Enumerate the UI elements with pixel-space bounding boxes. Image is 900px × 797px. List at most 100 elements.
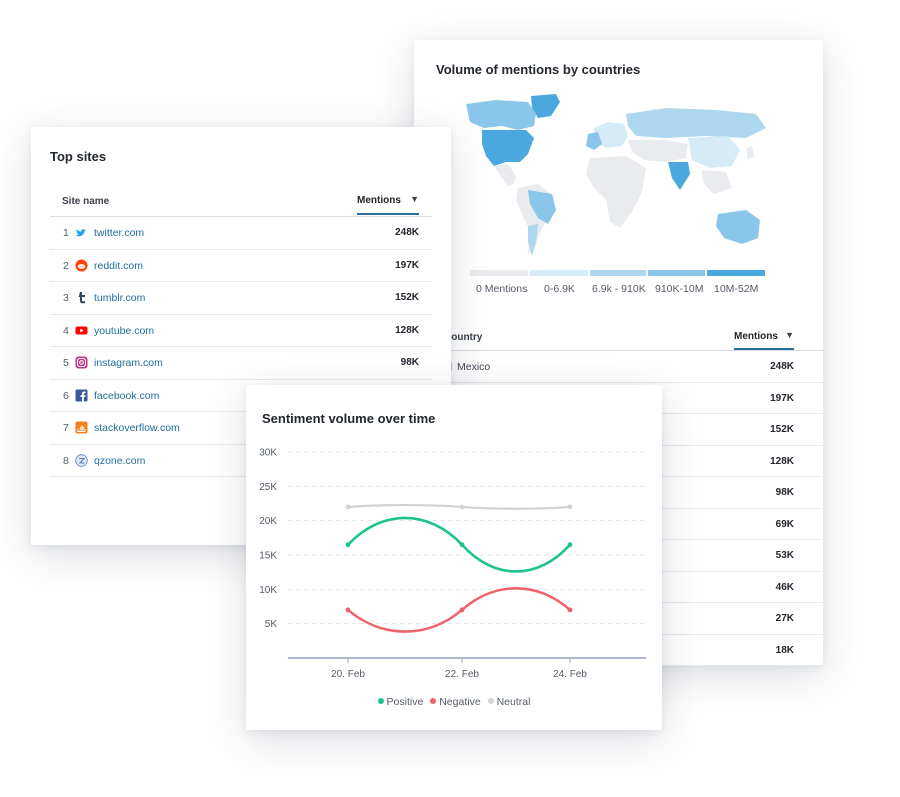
site-link[interactable]: tumblr.com <box>94 292 145 304</box>
map-region-mexico <box>494 164 516 186</box>
rank: 1 <box>63 227 69 239</box>
table-row[interactable]: 1 twitter.com 248K <box>50 217 432 250</box>
table-row[interactable]: 4 youtube.com 128K <box>50 315 432 347</box>
legend-label: 910K-10M <box>655 283 704 295</box>
legend-swatch <box>530 270 588 276</box>
site-link[interactable]: stackoverflow.com <box>94 422 180 434</box>
y-tick-label: 15K <box>259 551 277 562</box>
card-title: Top sites <box>50 149 107 164</box>
data-point-positive <box>345 542 351 548</box>
data-point-negative <box>345 607 351 613</box>
mentions-value: 98K <box>775 487 794 498</box>
x-tick-label: 22. Feb <box>445 669 479 680</box>
site-link[interactable]: youtube.com <box>94 325 154 337</box>
y-tick-label: 20K <box>259 516 277 527</box>
mentions-value: 53K <box>775 550 794 561</box>
mentions-value: 197K <box>395 259 419 271</box>
mentions-value: 248K <box>395 227 419 238</box>
data-point-positive <box>459 542 465 548</box>
table-header: Country Mentions ▼ <box>444 320 824 351</box>
data-point-positive <box>567 542 573 548</box>
legend-label: 6.9k - 910K <box>592 283 646 295</box>
map-region-africa <box>586 156 646 228</box>
column-header-mentions[interactable]: Mentions ▼ <box>734 330 794 350</box>
stackoverflow-icon <box>75 421 88 434</box>
table-row[interactable]: Mexico 248K <box>444 351 824 383</box>
table-header: Site name Mentions ▼ <box>50 185 432 217</box>
facebook-icon <box>75 389 88 402</box>
data-point-neutral <box>567 504 573 510</box>
table-row[interactable]: 3 tumblr.com 152K <box>50 282 432 315</box>
legend-swatch <box>470 270 528 276</box>
map-region-canada <box>466 100 536 130</box>
site-link[interactable]: facebook.com <box>94 390 159 402</box>
data-point-negative <box>459 607 465 613</box>
legend-label: Neutral <box>496 696 531 708</box>
site-link[interactable]: twitter.com <box>94 227 144 239</box>
mentions-value: 128K <box>395 324 419 336</box>
site-link[interactable]: reddit.com <box>94 260 143 272</box>
site-link[interactable]: instagram.com <box>94 357 163 369</box>
column-header-mentions[interactable]: Mentions ▼ <box>357 194 419 215</box>
rank: 7 <box>63 422 69 434</box>
y-tick-label: 5K <box>265 619 278 630</box>
y-tick-label: 10K <box>259 585 277 596</box>
legend-label: 0 Mentions <box>476 283 528 295</box>
map-region-japan <box>746 146 754 160</box>
data-point-neutral <box>345 504 351 510</box>
map-region-usa <box>482 130 534 166</box>
mentions-value: 18K <box>775 644 794 656</box>
mentions-value: 69K <box>775 518 794 530</box>
youtube-icon <box>75 326 88 334</box>
map-legend-scale <box>470 270 765 276</box>
legend-item-neutral[interactable]: Neutral <box>487 696 531 708</box>
mentions-value: 128K <box>770 455 794 467</box>
rank: 5 <box>63 357 69 369</box>
qzone-icon <box>75 453 88 467</box>
mentions-value: 248K <box>770 361 794 372</box>
chart-legend: Positive Negative Neutral <box>246 696 662 708</box>
data-point-neutral <box>459 504 465 510</box>
site-link[interactable]: qzone.com <box>94 455 145 467</box>
mentions-value: 46K <box>775 581 794 593</box>
legend-label: Positive <box>386 696 424 708</box>
column-header-site-name[interactable]: Site name <box>62 196 109 207</box>
map-region-se-asia <box>702 170 732 194</box>
rank: 8 <box>63 454 69 467</box>
world-map[interactable] <box>456 92 786 267</box>
sentiment-line-chart[interactable]: 5K 10K 15K 20K 25K 30K 20. Feb 22. Feb 24. Feb <box>246 385 662 685</box>
x-tick-label: 24. Feb <box>553 669 587 680</box>
mentions-value: 98K <box>400 357 419 368</box>
mentions-value: 152K <box>770 424 794 435</box>
sentiment-volume-card: 5K 10K 15K 20K 25K 30K 20. Feb 22. Feb 24. Feb S… <box>246 385 662 730</box>
twitter-icon <box>76 229 86 237</box>
legend-dot <box>487 698 494 704</box>
legend-item-negative[interactable]: Negative <box>430 696 481 708</box>
legend-dot <box>377 698 384 704</box>
legend-label: Negative <box>439 696 481 708</box>
map-region-india <box>668 162 690 190</box>
tumblr-icon <box>78 292 85 304</box>
sort-desc-icon: ▼ <box>410 194 419 204</box>
y-tick-label: 30K <box>259 448 277 459</box>
legend-swatch <box>590 270 646 276</box>
column-header-label: Mentions <box>357 195 401 206</box>
table-row[interactable]: 5 instagram.com 98K <box>50 347 432 380</box>
x-tick-label: 20. Feb <box>331 669 365 680</box>
instagram-icon <box>75 356 88 369</box>
column-header-label: Mentions <box>734 331 778 342</box>
map-region-central-asia <box>628 140 688 162</box>
legend-swatch <box>648 270 705 276</box>
series-line-negative <box>347 587 571 633</box>
mentions-value: 197K <box>770 392 794 404</box>
rank: 2 <box>63 259 69 272</box>
legend-item-positive[interactable]: Positive <box>377 696 424 708</box>
mentions-value: 152K <box>395 292 419 303</box>
table-row[interactable]: 2 reddit.com 197K <box>50 250 432 282</box>
card-title: Volume of mentions by countries <box>436 62 641 77</box>
y-tick-label: 25K <box>259 482 277 493</box>
series-line-neutral <box>347 503 571 510</box>
legend-swatch <box>707 270 765 276</box>
map-region-china <box>688 136 740 168</box>
card-title: Sentiment volume over time <box>262 411 436 426</box>
